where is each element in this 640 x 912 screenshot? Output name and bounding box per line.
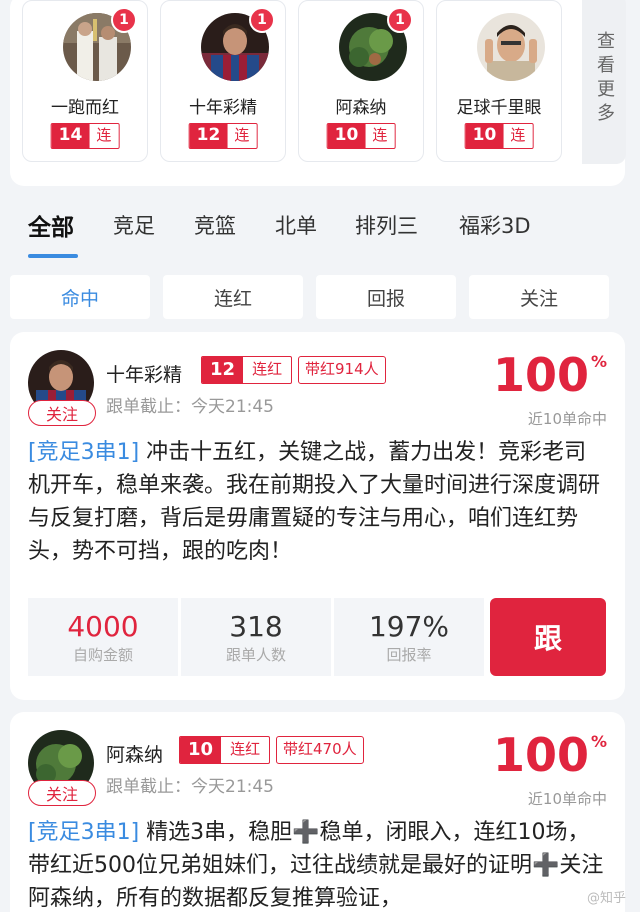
- hit-rate-unit: %: [590, 352, 607, 371]
- expert-strip: 1 一跑而红 14 连红 1 十年彩精 12: [10, 0, 626, 186]
- stat-value: 197%: [368, 609, 450, 643]
- streak-label: 连红: [503, 124, 533, 148]
- post-tag[interactable]: [竞足3串1]: [28, 820, 139, 845]
- streak-badge: 12 连红: [188, 123, 258, 149]
- follow-button[interactable]: 关注: [28, 400, 96, 426]
- hit-rate: 100%: [493, 352, 607, 398]
- follow-button[interactable]: 关注: [28, 780, 96, 806]
- streak-badge: 10 连红: [464, 123, 534, 149]
- streak-label: 连红: [230, 740, 261, 758]
- post-stats: 4000 自购金额 318 跟单人数 197% 回报率 跟: [28, 598, 606, 676]
- streak-badge: 10 连红: [179, 736, 271, 764]
- expert-name: 足球千里眼: [456, 98, 542, 118]
- tab-all[interactable]: 全部: [28, 208, 74, 242]
- streak-count: 10: [180, 737, 222, 763]
- streak-label: 连红: [365, 124, 395, 148]
- expert-name: 十年彩精: [189, 98, 257, 118]
- expert-name: 一跑而红: [51, 98, 119, 118]
- streak-badge: 10 连红: [326, 123, 396, 149]
- post-author-name[interactable]: 十年彩精: [106, 360, 182, 387]
- streak-count: 12: [189, 124, 228, 148]
- notification-badge: 1: [249, 7, 275, 33]
- stat-return-rate: 197% 回报率: [334, 598, 484, 676]
- hit-rate-unit: %: [590, 732, 607, 751]
- streak-label: 连红: [252, 360, 283, 378]
- carry-badge: 带红470人: [276, 736, 364, 764]
- stat-value: 318: [229, 609, 283, 643]
- stat-value: 4000: [67, 609, 139, 643]
- expert-card[interactable]: 1 十年彩精 12 连红: [160, 0, 286, 162]
- hit-rate: 100%: [493, 732, 607, 778]
- streak-count: 10: [327, 124, 366, 148]
- hit-rate-label: 近10单命中: [527, 410, 607, 428]
- sort-tab-follow[interactable]: 关注: [469, 275, 609, 319]
- stat-followers: 318 跟单人数: [181, 598, 331, 676]
- expert-avatar[interactable]: [477, 13, 545, 81]
- tab-beidan[interactable]: 北单: [275, 210, 317, 240]
- carry-badge: 带红914人: [298, 356, 386, 384]
- hit-rate-value: 100: [492, 348, 589, 402]
- streak-label: 连红: [89, 124, 119, 148]
- sort-tab-streak[interactable]: 连红: [163, 275, 303, 319]
- streak-badge: 12 连红: [201, 356, 293, 384]
- watermark: @知乎: [586, 891, 626, 906]
- view-more-label: 查看更多: [594, 31, 615, 127]
- post-tag[interactable]: [竞足3串1]: [28, 440, 139, 465]
- post-body[interactable]: [竞足3串1] 精选3串，稳胆➕稳单，闭眼入，连红10场，带红近500位兄弟姐妹…: [28, 816, 608, 912]
- view-more-button[interactable]: 查看更多: [582, 0, 626, 164]
- post-body[interactable]: [竞足3串1] 冲击十五红，关键之战，蓄力出发！竞彩老司机开车，稳单来袭。我在前…: [28, 436, 608, 568]
- deadline-text: 跟单截止：今天21:45: [106, 777, 274, 797]
- post-card[interactable]: 关注 阿森纳 10 连红 带红470人 跟单截止：今天21:45 100% 近1…: [10, 712, 625, 912]
- expert-card[interactable]: 1 阿森纳 10 连红: [298, 0, 424, 162]
- tab-pailie3[interactable]: 排列三: [355, 210, 418, 240]
- tab-jinglan[interactable]: 竞篮: [194, 210, 236, 240]
- streak-count: 10: [465, 124, 504, 148]
- streak-count: 14: [51, 124, 90, 148]
- tab-jingzu[interactable]: 竞足: [113, 210, 155, 240]
- sort-tab-return[interactable]: 回报: [316, 275, 456, 319]
- notification-badge: 1: [111, 7, 137, 33]
- post-author-name[interactable]: 阿森纳: [106, 740, 163, 767]
- active-tab-indicator: [28, 254, 78, 258]
- streak-label: 连红: [227, 124, 257, 148]
- post-card[interactable]: 关注 十年彩精 12 连红 带红914人 跟单截止：今天21:45 100% 近…: [10, 332, 625, 700]
- hit-rate-value: 100: [492, 728, 589, 782]
- category-tabs: 全部 竞足 竞篮 北单 排列三 福彩3D: [0, 190, 640, 262]
- follow-bet-button[interactable]: 跟: [490, 598, 606, 676]
- stat-label: 自购金额: [72, 645, 133, 664]
- sort-tab-hit[interactable]: 命中: [10, 275, 150, 319]
- tab-fucai3d[interactable]: 福彩3D: [459, 210, 531, 240]
- notification-badge: 1: [387, 7, 413, 33]
- expert-card[interactable]: 1 一跑而红 14 连红: [22, 0, 148, 162]
- streak-count: 12: [202, 357, 244, 383]
- expert-card[interactable]: 足球千里眼 10 连红: [436, 0, 562, 162]
- hit-rate-label: 近10单命中: [527, 790, 607, 808]
- deadline-text: 跟单截止：今天21:45: [106, 397, 274, 417]
- stat-label: 回报率: [386, 645, 432, 664]
- streak-badge: 14 连红: [50, 123, 120, 149]
- expert-name: 阿森纳: [335, 98, 387, 118]
- stat-purchase-amount: 4000 自购金额: [28, 598, 178, 676]
- stat-label: 跟单人数: [225, 645, 286, 664]
